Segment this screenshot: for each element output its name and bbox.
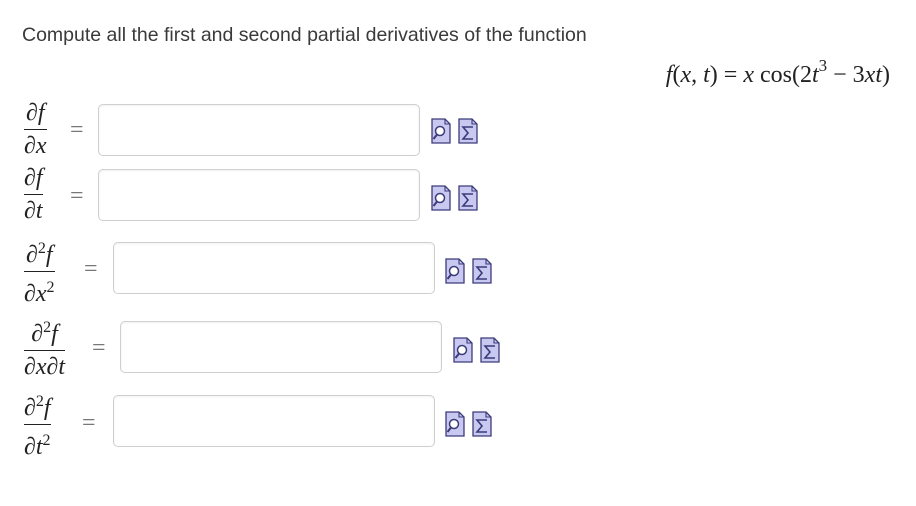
- preview-magnifier-icon[interactable]: [445, 258, 465, 284]
- sigma-editor-icon[interactable]: [472, 411, 492, 437]
- equals-sign: =: [70, 117, 84, 143]
- derivative-label-fx: ∂f ∂x: [24, 100, 47, 159]
- preview-magnifier-icon[interactable]: [431, 185, 451, 211]
- derivative-label-ftt: ∂2f ∂t2: [24, 393, 51, 460]
- sigma-editor-icon[interactable]: [458, 118, 478, 144]
- sigma-editor-icon[interactable]: [458, 185, 478, 211]
- answer-field-fxt[interactable]: [121, 322, 441, 372]
- function-formula: f(x, t) = x cos(2t3 − 3xt): [665, 56, 890, 88]
- sigma-editor-icon[interactable]: [472, 258, 492, 284]
- derivative-label-fxx: ∂2f ∂x2: [24, 240, 55, 307]
- derivative-label-ft: ∂f ∂t: [24, 165, 43, 224]
- preview-magnifier-icon[interactable]: [453, 337, 473, 363]
- preview-magnifier-icon[interactable]: [445, 411, 465, 437]
- sigma-editor-icon[interactable]: [480, 337, 500, 363]
- answer-input-fxt[interactable]: [120, 321, 442, 373]
- answer-input-ft[interactable]: [98, 169, 420, 221]
- equals-sign: =: [92, 335, 106, 361]
- answer-input-fxx[interactable]: [113, 242, 435, 294]
- derivative-label-fxt: ∂2f ∂x∂t: [24, 319, 66, 380]
- answer-field-fx[interactable]: [99, 105, 419, 155]
- equals-sign: =: [70, 183, 84, 209]
- answer-field-ft[interactable]: [99, 170, 419, 220]
- equals-sign: =: [82, 410, 96, 436]
- question-prompt: Compute all the first and second partial…: [22, 24, 587, 46]
- answer-field-fxx[interactable]: [114, 243, 434, 293]
- preview-magnifier-icon[interactable]: [431, 118, 451, 144]
- answer-input-fx[interactable]: [98, 104, 420, 156]
- equals-sign: =: [84, 256, 98, 282]
- answer-input-ftt[interactable]: [113, 395, 435, 447]
- answer-field-ftt[interactable]: [114, 396, 434, 446]
